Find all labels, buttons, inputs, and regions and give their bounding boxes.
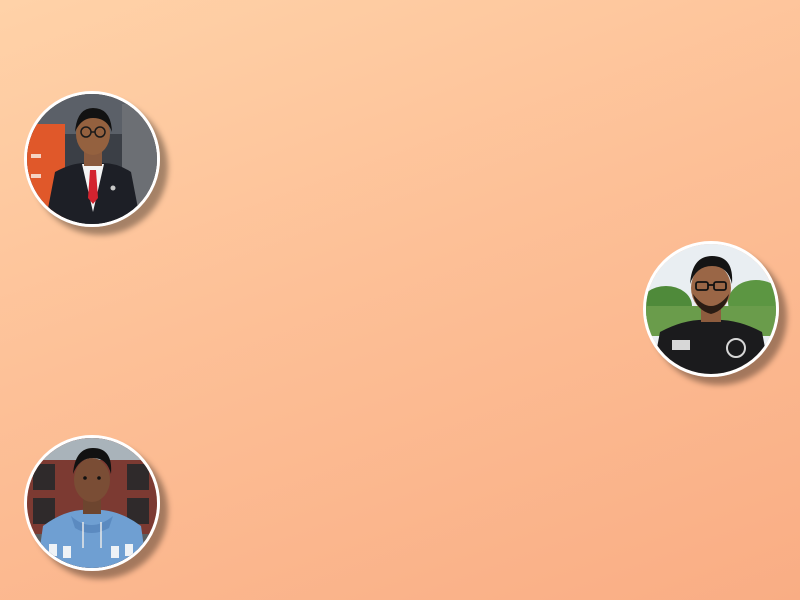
avatar-photo-man-in-black-tshirt[interactable] (643, 241, 779, 377)
avatar-photo-woman-in-blazer[interactable] (24, 91, 160, 227)
avatar-image (27, 438, 157, 568)
avatar-photo-man-in-blue-hoodie[interactable] (24, 435, 160, 571)
avatar-image (27, 94, 157, 224)
avatar-image (646, 244, 776, 374)
